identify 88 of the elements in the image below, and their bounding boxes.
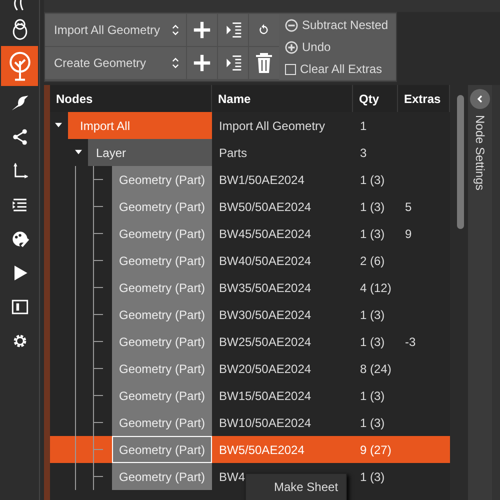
table-cell: 8 (24) (360, 362, 392, 376)
table-row[interactable]: Geometry (Part) BW35/50AE2024 4 (12) (50, 274, 450, 301)
expanded-arrow-icon[interactable] (55, 122, 62, 129)
table-cell: BW10/50AE2024 (219, 416, 312, 430)
table-row[interactable]: Import All Import All Geometry 1 (50, 112, 450, 139)
panel-title[interactable]: Node Settings (473, 115, 487, 190)
option-label[interactable]: Undo (302, 40, 331, 54)
node-label[interactable]: Geometry (Part) (112, 193, 212, 220)
table-cell: BW35/50AE2024 (219, 280, 312, 294)
indent-button[interactable] (218, 47, 248, 79)
node-label[interactable]: Geometry (Part) (112, 436, 212, 463)
node-label[interactable]: Geometry (Part) (112, 247, 212, 274)
table-cell: 1 (3) (360, 416, 385, 430)
table-cell: BW5/50AE2024 (219, 442, 304, 456)
table-cell: BW30/50AE2024 (219, 308, 312, 322)
menu-item[interactable]: Make Sheet (246, 474, 346, 500)
table-row[interactable]: Geometry (Part) BW10/50AE2024 1 (3) (50, 409, 450, 436)
dropdown[interactable]: Create Geometry (45, 47, 186, 79)
table-cell: 9 (27) (360, 442, 392, 456)
table-cell: BW4 (219, 470, 246, 484)
plus-icon (193, 21, 211, 39)
table-cell: 3 (360, 146, 367, 160)
node-label[interactable]: Geometry (Part) (112, 301, 212, 328)
column-header[interactable]: Extras (398, 85, 450, 112)
table-cell: BW25/50AE2024 (219, 334, 312, 348)
table-cell: 2 (6) (360, 254, 385, 268)
table-cell: Import All Geometry (219, 118, 326, 132)
table-cell: 1 (3) (360, 334, 385, 348)
table-row[interactable]: Geometry (Part) BW45/50AE2024 1 (3) 9 (50, 220, 450, 247)
table-row[interactable]: Geometry (Part) BW40/50AE2024 2 (6) (50, 247, 450, 274)
spin-arrows-icon (171, 23, 180, 37)
node-label[interactable]: Geometry (Part) (112, 220, 212, 247)
table-cell: Parts (219, 146, 248, 160)
table-cell: 5 (405, 200, 412, 214)
table-cell: -3 (405, 334, 416, 348)
minus-circle-icon (285, 18, 298, 32)
table-cell: BW50/50AE2024 (219, 200, 312, 214)
table-cell: BW1/50AE2024 (219, 172, 304, 186)
table-row[interactable]: Geometry (Part) BW50/50AE2024 1 (3) 5 (50, 193, 450, 220)
node-label[interactable]: Geometry (Part) (112, 166, 212, 193)
indent-icon (224, 54, 242, 72)
undo-button[interactable] (249, 14, 279, 46)
add-button[interactable] (187, 47, 217, 79)
table-cell: BW20/50AE2024 (219, 362, 312, 376)
option-label[interactable]: Subtract Nested (302, 18, 388, 32)
table-cell: BW40/50AE2024 (219, 254, 312, 268)
table-cell: 1 (360, 118, 367, 132)
table-cell: BW15/50AE2024 (219, 388, 312, 402)
table-cell: 1 (3) (360, 172, 385, 186)
node-label[interactable]: Geometry (Part) (112, 355, 212, 382)
expanded-arrow-icon[interactable] (75, 149, 82, 156)
table-row[interactable]: Geometry (Part) BW1/50AE2024 1 (3) (50, 166, 450, 193)
node-label[interactable]: Import All (68, 112, 212, 139)
checkbox[interactable] (285, 64, 296, 74)
table-cell: 1 (3) (360, 226, 385, 240)
node-label[interactable]: Layer (88, 139, 212, 166)
plus-circle-icon (285, 40, 298, 54)
table-cell: 4 (12) (360, 280, 392, 294)
scrollbar-thumb[interactable] (456, 95, 464, 229)
collapse-button[interactable] (470, 89, 490, 109)
table-cell: 1 (3) (360, 470, 385, 484)
table-cell: BW45/50AE2024 (219, 226, 312, 240)
node-label[interactable]: Geometry (Part) (112, 409, 212, 436)
table-row[interactable]: Geometry (Part) BW5/50AE2024 9 (27) (50, 436, 450, 463)
dropdown[interactable]: Import All Geometry (45, 14, 186, 46)
delete-button[interactable] (249, 47, 279, 79)
option-label[interactable]: Clear All Extras (300, 62, 382, 76)
spin-arrows-icon (171, 56, 180, 70)
column-header[interactable]: Name (212, 85, 353, 112)
plus-icon (193, 54, 211, 72)
indent-button[interactable] (218, 14, 248, 46)
column-header[interactable]: Qty (353, 85, 398, 112)
node-label[interactable]: Geometry (Part) (112, 328, 212, 355)
table-row[interactable]: Geometry (Part) BW20/50AE2024 8 (24) (50, 355, 450, 382)
table-cell: 9 (405, 226, 412, 240)
table-row[interactable]: Geometry (Part) BW15/50AE2024 1 (3) (50, 382, 450, 409)
indent-icon (224, 21, 242, 39)
node-label[interactable]: Geometry (Part) (112, 274, 212, 301)
table-row[interactable]: Layer Parts 3 (50, 139, 450, 166)
chevron-left-icon (475, 94, 485, 104)
table-cell: 1 (3) (360, 388, 385, 402)
table-cell: 1 (3) (360, 200, 385, 214)
node-label[interactable]: Geometry (Part) (112, 382, 212, 409)
table-cell: 1 (3) (360, 308, 385, 322)
add-button[interactable] (187, 14, 217, 46)
table-row[interactable]: Geometry (Part) BW30/50AE2024 1 (3) (50, 301, 450, 328)
node-label[interactable]: Geometry (Part) (112, 463, 212, 490)
table-row[interactable]: Geometry (Part) BW25/50AE2024 1 (3) -3 (50, 328, 450, 355)
